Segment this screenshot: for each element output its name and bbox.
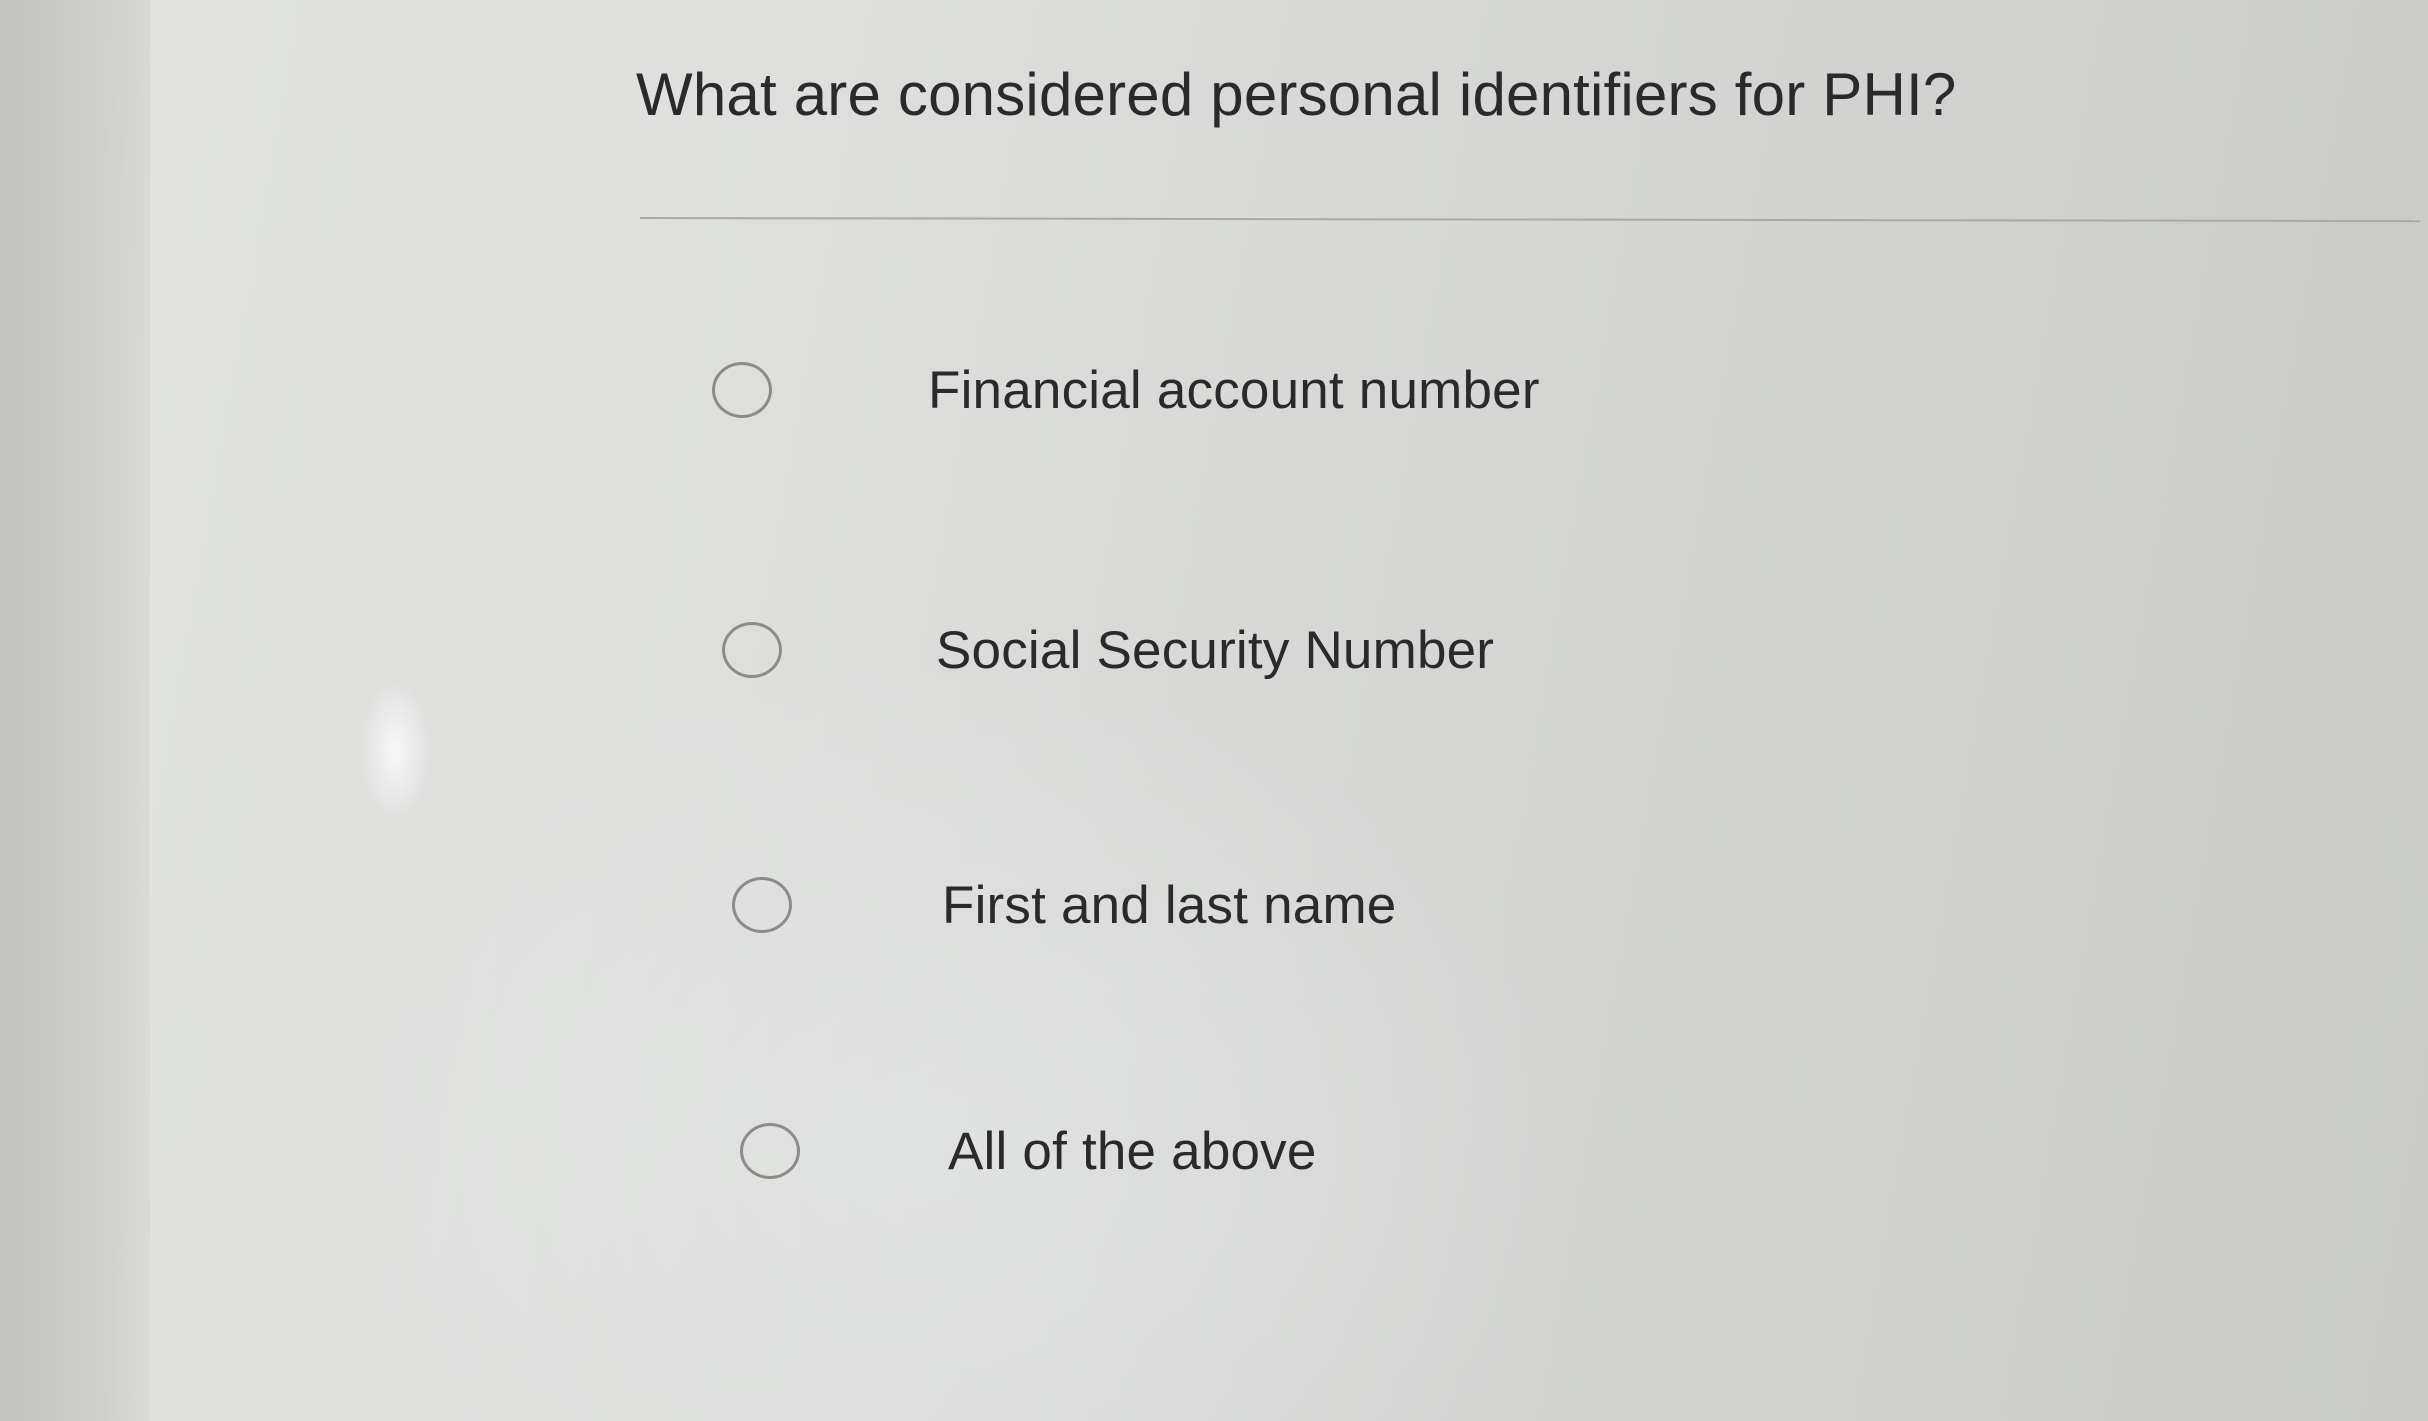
option-label: First and last name — [942, 876, 1397, 935]
radio-button-icon[interactable] — [740, 1123, 800, 1179]
option-first-and-last-name[interactable]: First and last name — [732, 867, 1632, 947]
radio-button-icon[interactable] — [712, 362, 772, 418]
option-label: Social Security Number — [936, 621, 1495, 680]
screen: What are considered personal identifiers… — [0, 0, 2428, 1421]
option-financial-account-number[interactable]: Financial account number — [712, 352, 1612, 432]
option-all-of-the-above[interactable]: All of the above — [740, 1113, 1640, 1193]
radio-button-icon[interactable] — [722, 622, 782, 678]
radio-button-icon[interactable] — [732, 877, 792, 933]
quiz-panel — [150, 0, 2428, 1421]
screen-left-edge — [0, 0, 150, 1421]
screen-glare — [360, 680, 430, 820]
option-social-security-number[interactable]: Social Security Number — [722, 612, 1622, 692]
option-label: Financial account number — [928, 361, 1540, 420]
option-label: All of the above — [948, 1122, 1317, 1181]
question-title: What are considered personal identifiers… — [636, 61, 1957, 128]
